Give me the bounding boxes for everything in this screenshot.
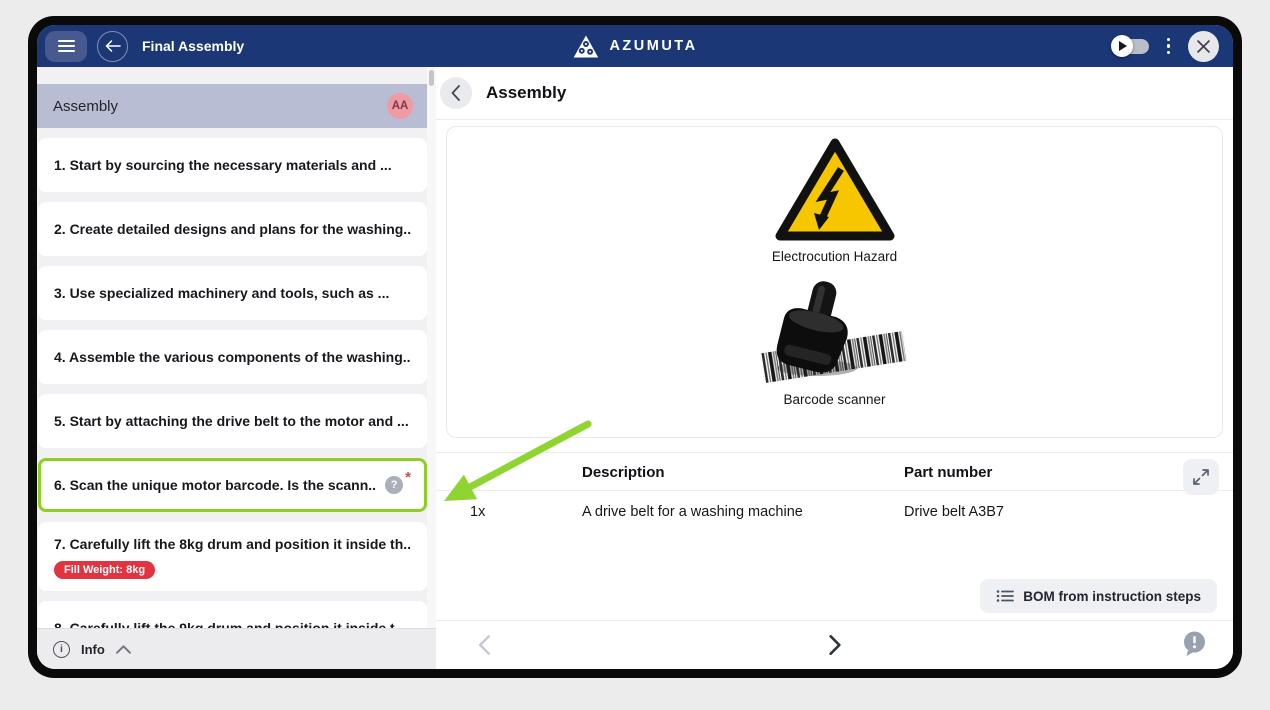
bom-table-header: Description Part number bbox=[436, 453, 1233, 491]
report-issue-button[interactable] bbox=[1176, 630, 1213, 661]
app-body: Assembly AA 1. Start by sourcing the nec… bbox=[37, 67, 1233, 669]
avatar: AA bbox=[387, 93, 413, 119]
bom-table: Description Part number 1x A drive belt … bbox=[436, 452, 1233, 620]
info-bar[interactable]: i Info bbox=[37, 628, 436, 669]
back-button[interactable] bbox=[97, 31, 128, 62]
sidebar-scrollbar-track bbox=[427, 67, 436, 629]
qty-cell: 1x bbox=[436, 504, 582, 520]
description-cell: A drive belt for a washing machine bbox=[582, 504, 904, 520]
alert-bubble-icon bbox=[1182, 631, 1207, 657]
close-button[interactable] bbox=[1188, 31, 1219, 62]
step-item-6-selected[interactable]: 6. Scan the unique motor barcode. Is the… bbox=[38, 458, 427, 512]
description-column-header: Description bbox=[582, 464, 904, 481]
brand-name: AZUMUTA bbox=[609, 38, 697, 54]
next-step-button[interactable] bbox=[822, 633, 847, 657]
list-icon bbox=[996, 589, 1014, 603]
electrocution-hazard-image bbox=[773, 135, 897, 245]
step-list: 1. Start by sourcing the necessary mater… bbox=[37, 128, 436, 628]
media-card: Electrocution Hazard bbox=[446, 126, 1223, 438]
main-content: Assembly Electrocution Hazard bbox=[436, 67, 1233, 669]
steps-sidebar: Assembly AA 1. Start by sourcing the nec… bbox=[37, 67, 436, 669]
play-icon bbox=[1119, 41, 1127, 51]
close-icon bbox=[1197, 40, 1210, 53]
part-number-cell: Drive belt A3B7 bbox=[904, 504, 1233, 520]
arrow-left-icon bbox=[105, 40, 121, 52]
step-item-3[interactable]: 3. Use specialized machinery and tools, … bbox=[38, 266, 427, 320]
app-frame: Final Assembly AZUMUTA bbox=[37, 25, 1233, 669]
expand-icon bbox=[1191, 467, 1211, 487]
sidebar-scrollbar-thumb[interactable] bbox=[429, 70, 434, 86]
chevron-up-icon bbox=[116, 645, 131, 654]
required-asterisk: * bbox=[405, 472, 411, 484]
bom-button[interactable]: BOM from instruction steps bbox=[980, 579, 1217, 613]
sidebar-header: Assembly AA bbox=[37, 84, 427, 128]
content-back-button[interactable] bbox=[440, 77, 472, 109]
azumuta-logo-icon bbox=[572, 35, 599, 58]
sidebar-title: Assembly bbox=[53, 98, 118, 115]
barcode-scanner-image bbox=[747, 276, 922, 388]
media-caption: Electrocution Hazard bbox=[772, 249, 897, 264]
document-title: Final Assembly bbox=[142, 38, 244, 54]
fill-weight-badge: Fill Weight: 8kg bbox=[54, 561, 155, 579]
desktop-background: Final Assembly AZUMUTA bbox=[0, 0, 1270, 710]
top-bar: Final Assembly AZUMUTA bbox=[37, 25, 1233, 67]
previous-step-button[interactable] bbox=[472, 633, 497, 657]
bom-button-label: BOM from instruction steps bbox=[1023, 589, 1201, 604]
toggle-thumb bbox=[1111, 35, 1133, 57]
expand-table-button[interactable] bbox=[1183, 459, 1219, 495]
kebab-menu-icon[interactable] bbox=[1165, 36, 1173, 57]
chevron-left-icon bbox=[451, 85, 461, 101]
sidebar-top-gap bbox=[37, 67, 436, 84]
step-item-7[interactable]: 7. Carefully lift the 8kg drum and posit… bbox=[38, 522, 427, 591]
step-item-8[interactable]: 8. Carefully lift the 9kg drum and posit… bbox=[38, 601, 427, 629]
content-header: Assembly bbox=[436, 67, 1233, 120]
table-row: 1x A drive belt for a washing machine Dr… bbox=[436, 491, 1233, 533]
menu-button[interactable] bbox=[45, 31, 87, 62]
info-icon: i bbox=[53, 641, 70, 658]
step-navigation-bar bbox=[436, 620, 1233, 669]
app-window: Final Assembly AZUMUTA bbox=[28, 16, 1242, 678]
step-item-2[interactable]: 2. Create detailed designs and plans for… bbox=[38, 202, 427, 256]
step-item-1[interactable]: 1. Start by sourcing the necessary mater… bbox=[38, 138, 427, 192]
page-title: Assembly bbox=[486, 83, 566, 103]
top-bar-right bbox=[1113, 31, 1234, 62]
hamburger-icon bbox=[58, 40, 75, 42]
help-icon[interactable]: ? bbox=[385, 476, 403, 494]
step-item-5[interactable]: 5. Start by attaching the drive belt to … bbox=[38, 394, 427, 448]
info-label: Info bbox=[81, 642, 105, 657]
chevron-right-icon bbox=[828, 634, 841, 656]
top-bar-left: Final Assembly bbox=[37, 31, 244, 62]
brand: AZUMUTA bbox=[572, 25, 697, 67]
media-caption: Barcode scanner bbox=[783, 392, 885, 407]
chevron-left-icon bbox=[478, 634, 491, 656]
play-mode-toggle[interactable] bbox=[1113, 39, 1149, 54]
step-item-4[interactable]: 4. Assemble the various components of th… bbox=[38, 330, 427, 384]
